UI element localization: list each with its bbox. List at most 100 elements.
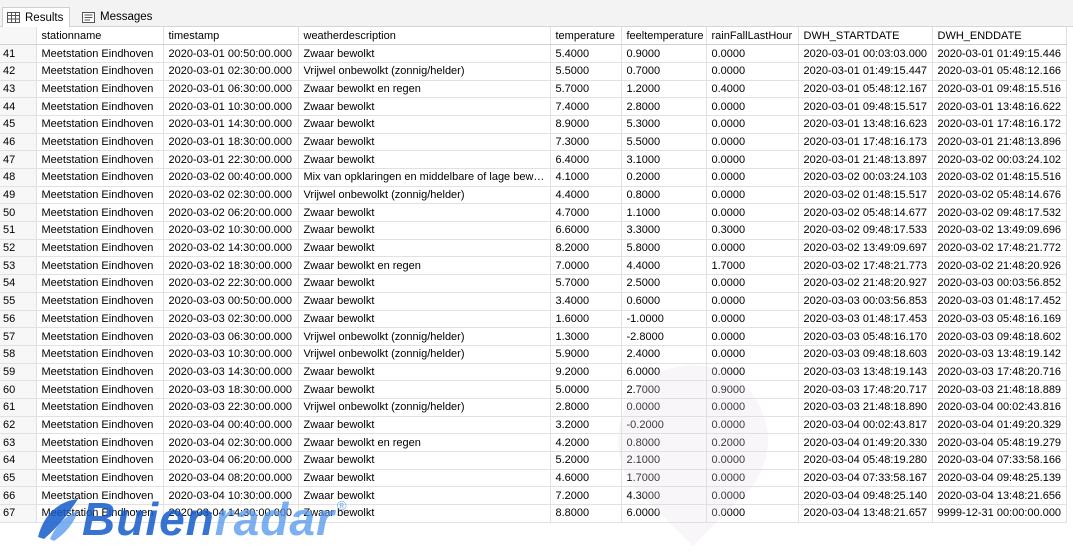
cell-dwh-startdate[interactable]: 2020-03-02 01:48:15.517 bbox=[798, 186, 933, 205]
cell-dwh-startdate[interactable]: 2020-03-03 17:48:20.717 bbox=[798, 380, 933, 399]
cell-feeltemperature[interactable]: 5.3000 bbox=[621, 115, 707, 134]
cell-dwh-enddate[interactable]: 2020-03-04 00:02:43.816 bbox=[932, 398, 1067, 417]
cell-stationname[interactable]: Meetstation Eindhoven bbox=[36, 133, 164, 152]
cell-temperature[interactable]: 4.6000 bbox=[550, 469, 622, 488]
column-header-weatherdescription[interactable]: weatherdescription bbox=[298, 27, 551, 46]
cell-weatherdescription[interactable]: Zwaar bewolkt bbox=[298, 451, 551, 470]
cell-dwh-enddate[interactable]: 2020-03-03 09:48:18.602 bbox=[932, 327, 1067, 346]
cell-rainfall-last-hour[interactable]: 0.0000 bbox=[706, 133, 799, 152]
cell-dwh-startdate[interactable]: 2020-03-01 05:48:12.167 bbox=[798, 80, 933, 99]
table-row[interactable]: 66 Meetstation Eindhoven 2020-03-04 10:30:… bbox=[0, 486, 1067, 506]
table-row[interactable]: 47 Meetstation Eindhoven 2020-03-01 22:30:… bbox=[0, 150, 1067, 169]
cell-row-number[interactable]: 66 bbox=[0, 486, 37, 506]
cell-row-number[interactable]: 56 bbox=[0, 310, 37, 329]
cell-stationname[interactable]: Meetstation Eindhoven bbox=[36, 345, 164, 364]
cell-rainfall-last-hour[interactable]: 0.0000 bbox=[706, 239, 799, 258]
cell-row-number[interactable]: 48 bbox=[0, 168, 37, 187]
table-row[interactable]: 60 Meetstation Eindhoven 2020-03-03 18:30:… bbox=[0, 380, 1067, 399]
cell-temperature[interactable]: 9.2000 bbox=[550, 363, 622, 382]
table-row[interactable]: 46 Meetstation Eindhoven 2020-03-01 18:30:… bbox=[0, 133, 1067, 152]
cell-weatherdescription[interactable]: Vrijwel onbewolkt (zonnig/helder) bbox=[298, 62, 551, 81]
cell-temperature[interactable]: 4.2000 bbox=[550, 433, 622, 452]
cell-temperature[interactable]: 6.6000 bbox=[550, 221, 622, 240]
cell-dwh-enddate[interactable]: 2020-03-02 09:48:17.532 bbox=[932, 203, 1067, 223]
cell-dwh-startdate[interactable]: 2020-03-04 07:33:58.167 bbox=[798, 469, 933, 488]
cell-weatherdescription[interactable]: Vrijwel onbewolkt (zonnig/helder) bbox=[298, 327, 551, 346]
cell-stationname[interactable]: Meetstation Eindhoven bbox=[36, 451, 164, 470]
cell-dwh-enddate[interactable]: 2020-03-01 13:48:16.622 bbox=[932, 97, 1067, 116]
cell-weatherdescription[interactable]: Zwaar bewolkt bbox=[298, 469, 551, 488]
cell-dwh-startdate[interactable]: 2020-03-03 09:48:18.603 bbox=[798, 345, 933, 364]
cell-row-number[interactable]: 63 bbox=[0, 433, 37, 452]
cell-temperature[interactable]: 5.7000 bbox=[550, 274, 622, 293]
table-row[interactable]: 45 Meetstation Eindhoven 2020-03-01 14:30:… bbox=[0, 115, 1067, 134]
cell-feeltemperature[interactable]: 3.1000 bbox=[621, 150, 707, 169]
cell-temperature[interactable]: 4.1000 bbox=[550, 168, 622, 187]
cell-row-number[interactable]: 43 bbox=[0, 80, 37, 99]
cell-stationname[interactable]: Meetstation Eindhoven bbox=[36, 97, 164, 116]
table-row[interactable]: 41 Meetstation Eindhoven 2020-03-01 00:50:… bbox=[0, 44, 1067, 63]
cell-weatherdescription[interactable]: Zwaar bewolkt bbox=[298, 44, 551, 63]
cell-dwh-enddate[interactable]: 2020-03-04 09:48:25.139 bbox=[932, 469, 1067, 488]
cell-dwh-startdate[interactable]: 2020-03-01 01:49:15.447 bbox=[798, 62, 933, 81]
cell-dwh-enddate[interactable]: 2020-03-04 01:49:20.329 bbox=[932, 416, 1067, 435]
cell-rainfall-last-hour[interactable]: 0.0000 bbox=[706, 345, 799, 364]
cell-timestamp[interactable]: 2020-03-03 06:30:00.000 bbox=[163, 327, 299, 346]
cell-timestamp[interactable]: 2020-03-01 14:30:00.000 bbox=[163, 115, 299, 134]
cell-weatherdescription[interactable]: Zwaar bewolkt bbox=[298, 203, 551, 223]
cell-dwh-enddate[interactable]: 2020-03-02 00:03:24.102 bbox=[932, 150, 1067, 169]
cell-weatherdescription[interactable]: Vrijwel onbewolkt (zonnig/helder) bbox=[298, 398, 551, 417]
cell-dwh-enddate[interactable]: 2020-03-01 21:48:13.896 bbox=[932, 133, 1067, 152]
cell-feeltemperature[interactable]: 0.2000 bbox=[621, 168, 707, 187]
cell-rainfall-last-hour[interactable]: 0.0000 bbox=[706, 327, 799, 346]
cell-stationname[interactable]: Meetstation Eindhoven bbox=[36, 504, 164, 523]
cell-temperature[interactable]: 5.5000 bbox=[550, 62, 622, 81]
cell-dwh-startdate[interactable]: 2020-03-02 09:48:17.533 bbox=[798, 221, 933, 240]
cell-feeltemperature[interactable]: 4.3000 bbox=[621, 486, 707, 506]
cell-stationname[interactable]: Meetstation Eindhoven bbox=[36, 274, 164, 293]
cell-timestamp[interactable]: 2020-03-02 14:30:00.000 bbox=[163, 239, 299, 258]
cell-timestamp[interactable]: 2020-03-04 00:40:00.000 bbox=[163, 416, 299, 435]
cell-rainfall-last-hour[interactable]: 0.0000 bbox=[706, 62, 799, 81]
cell-row-number[interactable]: 46 bbox=[0, 133, 37, 152]
cell-feeltemperature[interactable]: 4.4000 bbox=[621, 256, 707, 276]
cell-stationname[interactable]: Meetstation Eindhoven bbox=[36, 115, 164, 134]
cell-row-number[interactable]: 54 bbox=[0, 274, 37, 293]
cell-dwh-startdate[interactable]: 2020-03-04 05:48:19.280 bbox=[798, 451, 933, 470]
cell-row-number[interactable]: 64 bbox=[0, 451, 37, 470]
table-row[interactable]: 61 Meetstation Eindhoven 2020-03-03 22:30:… bbox=[0, 398, 1067, 417]
cell-temperature[interactable]: 5.2000 bbox=[550, 451, 622, 470]
cell-temperature[interactable]: 7.3000 bbox=[550, 133, 622, 152]
cell-dwh-enddate[interactable]: 2020-03-03 00:03:56.852 bbox=[932, 274, 1067, 293]
cell-rainfall-last-hour[interactable]: 0.0000 bbox=[706, 168, 799, 187]
cell-weatherdescription[interactable]: Zwaar bewolkt bbox=[298, 239, 551, 258]
cell-row-number[interactable]: 55 bbox=[0, 292, 37, 311]
cell-dwh-startdate[interactable]: 2020-03-03 13:48:19.143 bbox=[798, 363, 933, 382]
column-header-timestamp[interactable]: timestamp bbox=[163, 27, 299, 46]
cell-weatherdescription[interactable]: Zwaar bewolkt bbox=[298, 310, 551, 329]
cell-row-number[interactable]: 41 bbox=[0, 44, 37, 63]
table-row[interactable]: 56 Meetstation Eindhoven 2020-03-03 02:30:… bbox=[0, 310, 1067, 329]
cell-row-number[interactable]: 49 bbox=[0, 186, 37, 205]
cell-rainfall-last-hour[interactable]: 0.0000 bbox=[706, 186, 799, 205]
cell-dwh-startdate[interactable]: 2020-03-01 17:48:16.173 bbox=[798, 133, 933, 152]
cell-dwh-startdate[interactable]: 2020-03-02 21:48:20.927 bbox=[798, 274, 933, 293]
table-row[interactable]: 65 Meetstation Eindhoven 2020-03-04 08:20:… bbox=[0, 469, 1067, 488]
column-header-dwh-enddate[interactable]: DWH_ENDDATE bbox=[932, 27, 1067, 46]
cell-dwh-enddate[interactable]: 2020-03-03 21:48:18.889 bbox=[932, 380, 1067, 399]
cell-dwh-startdate[interactable]: 2020-03-01 13:48:16.623 bbox=[798, 115, 933, 134]
table-row[interactable]: 57 Meetstation Eindhoven 2020-03-03 06:30:… bbox=[0, 327, 1067, 346]
cell-stationname[interactable]: Meetstation Eindhoven bbox=[36, 62, 164, 81]
cell-feeltemperature[interactable]: 0.9000 bbox=[621, 44, 707, 63]
cell-rainfall-last-hour[interactable]: 0.0000 bbox=[706, 398, 799, 417]
table-row[interactable]: 44 Meetstation Eindhoven 2020-03-01 10:30:… bbox=[0, 97, 1067, 116]
cell-dwh-enddate[interactable]: 2020-03-03 13:48:19.142 bbox=[932, 345, 1067, 364]
cell-dwh-startdate[interactable]: 2020-03-01 09:48:15.517 bbox=[798, 97, 933, 116]
cell-weatherdescription[interactable]: Zwaar bewolkt en regen bbox=[298, 433, 551, 452]
cell-timestamp[interactable]: 2020-03-02 22:30:00.000 bbox=[163, 274, 299, 293]
cell-feeltemperature[interactable]: 5.5000 bbox=[621, 133, 707, 152]
table-row[interactable]: 53 Meetstation Eindhoven 2020-03-02 18:30:… bbox=[0, 256, 1067, 276]
cell-row-number[interactable]: 62 bbox=[0, 416, 37, 435]
cell-temperature[interactable]: 5.4000 bbox=[550, 44, 622, 63]
cell-timestamp[interactable]: 2020-03-02 10:30:00.000 bbox=[163, 221, 299, 240]
